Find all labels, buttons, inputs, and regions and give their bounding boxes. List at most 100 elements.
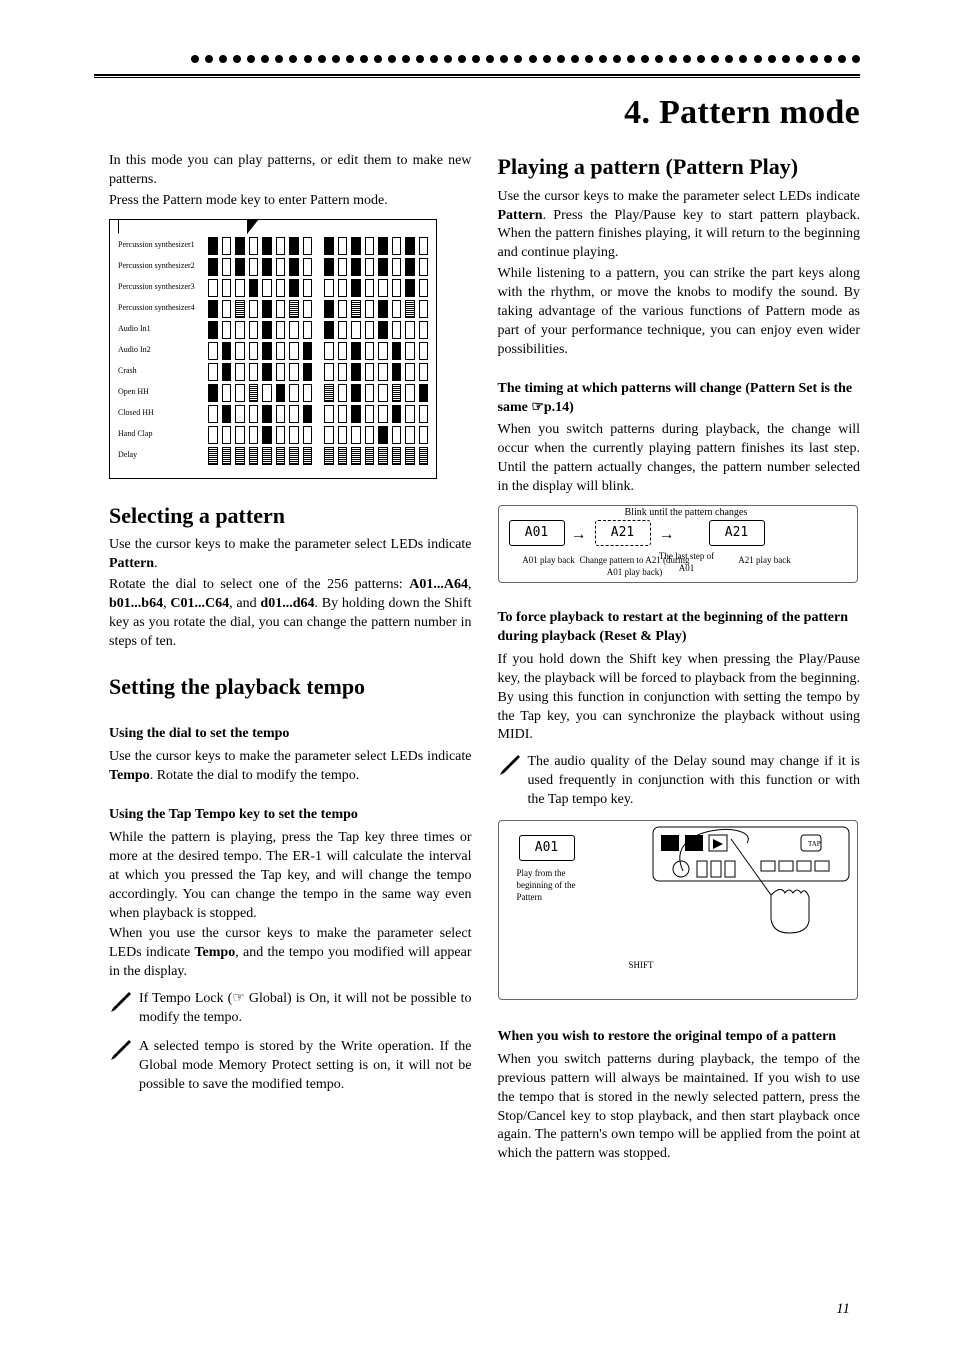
step-cell [419, 321, 429, 339]
step-cell [276, 279, 286, 297]
header-rule-thin [94, 77, 860, 78]
svg-text:TAP: TAP [808, 840, 821, 848]
tempo-sub2: Using the Tap Tempo key to set the tempo [109, 806, 472, 825]
diagram-tab [118, 219, 248, 234]
reset-play-diagram: A01 Play from the beginning of the Patte… [498, 820, 858, 1000]
step-cell [276, 321, 286, 339]
note-2: A selected tempo is stored by the Write … [139, 1038, 472, 1095]
step-cell [289, 321, 299, 339]
play-p2: While listening to a pattern, you can st… [498, 265, 861, 359]
step-cell [378, 258, 388, 276]
step-cell [235, 279, 245, 297]
step-cell [222, 384, 232, 402]
step-cell [324, 384, 334, 402]
step-cell [392, 321, 402, 339]
step-cell [392, 447, 402, 465]
step-cell [276, 258, 286, 276]
step-cell [235, 405, 245, 423]
step-cell [324, 342, 334, 360]
force-heading: To force playback to restart at the begi… [498, 609, 861, 647]
strip-row: Open HH [118, 384, 428, 402]
step-cell [222, 342, 232, 360]
strip-row: Percussion synthesizer4 [118, 300, 428, 318]
step-cell [208, 342, 218, 360]
step-cell [378, 363, 388, 381]
step-cell [262, 363, 272, 381]
step-cell [405, 279, 415, 297]
reset-display: A01 [519, 835, 575, 861]
strip-row-label: Percussion synthesizer4 [118, 303, 204, 314]
switch-cap-3: The last step of A01 [657, 550, 717, 574]
step-cell [276, 405, 286, 423]
step-cell [276, 426, 286, 444]
step-cell [351, 405, 361, 423]
intro-1: In this mode you can play patterns, or e… [109, 152, 472, 190]
step-cell [235, 447, 245, 465]
step-cell [262, 279, 272, 297]
step-cell [351, 321, 361, 339]
step-cell [303, 300, 313, 318]
step-cell [249, 405, 259, 423]
step-cell [222, 237, 232, 255]
step-cell [249, 342, 259, 360]
step-cell [419, 447, 429, 465]
step-cell [222, 258, 232, 276]
strip-row: Percussion synthesizer2 [118, 258, 428, 276]
strip-row-label: Percussion synthesizer1 [118, 240, 204, 251]
step-cell [392, 258, 402, 276]
step-cell [289, 300, 299, 318]
step-cell [419, 384, 429, 402]
step-cell [303, 279, 313, 297]
strip-row-label: Closed HH [118, 408, 204, 419]
arrow-icon: → [571, 524, 587, 546]
step-cell [378, 405, 388, 423]
chapter-title: 4. Pattern mode [624, 90, 860, 136]
step-cell [405, 342, 415, 360]
switch-cap-4: A21 play back [715, 554, 815, 566]
step-cell [351, 363, 361, 381]
shift-label: SHIFT [629, 959, 654, 971]
step-cell [365, 279, 375, 297]
step-cell [338, 405, 348, 423]
step-cell [419, 258, 429, 276]
step-cell [405, 258, 415, 276]
step-cell [303, 321, 313, 339]
step-cell [351, 384, 361, 402]
switch-box-0: A01 [509, 520, 565, 546]
step-cell [365, 321, 375, 339]
step-cell [289, 405, 299, 423]
step-cell [222, 300, 232, 318]
step-cell [324, 405, 334, 423]
step-cell [289, 342, 299, 360]
step-cell [365, 426, 375, 444]
step-cell [324, 237, 334, 255]
step-cell [208, 300, 218, 318]
step-cell [365, 237, 375, 255]
step-cell [324, 321, 334, 339]
step-cell [222, 447, 232, 465]
step-cell [235, 321, 245, 339]
restore-heading: When you wish to restore the original te… [498, 1028, 861, 1047]
step-cell [235, 300, 245, 318]
step-cell [276, 363, 286, 381]
select-p2a: Rotate the dial to select one of the 256… [109, 577, 409, 592]
select-p1: Use the cursor keys to make the paramete… [109, 536, 472, 574]
step-cell [338, 279, 348, 297]
step-cell [392, 384, 402, 402]
restore-p: When you switch patterns during playback… [498, 1051, 861, 1164]
strip-row-label: Percussion synthesizer3 [118, 282, 204, 293]
step-cell [405, 426, 415, 444]
strip-row: Crash [118, 363, 428, 381]
pencil-icon [109, 1038, 133, 1069]
step-cell [324, 447, 334, 465]
step-cell [338, 300, 348, 318]
step-cell [276, 384, 286, 402]
tempo-sub1: Using the dial to set the tempo [109, 725, 472, 744]
step-cell [235, 384, 245, 402]
step-cell [405, 237, 415, 255]
pencil-icon [109, 990, 133, 1021]
strip-row: Percussion synthesizer3 [118, 279, 428, 297]
step-cell [276, 300, 286, 318]
step-cell [338, 237, 348, 255]
timing-heading: The timing at which patterns will change… [498, 380, 861, 418]
